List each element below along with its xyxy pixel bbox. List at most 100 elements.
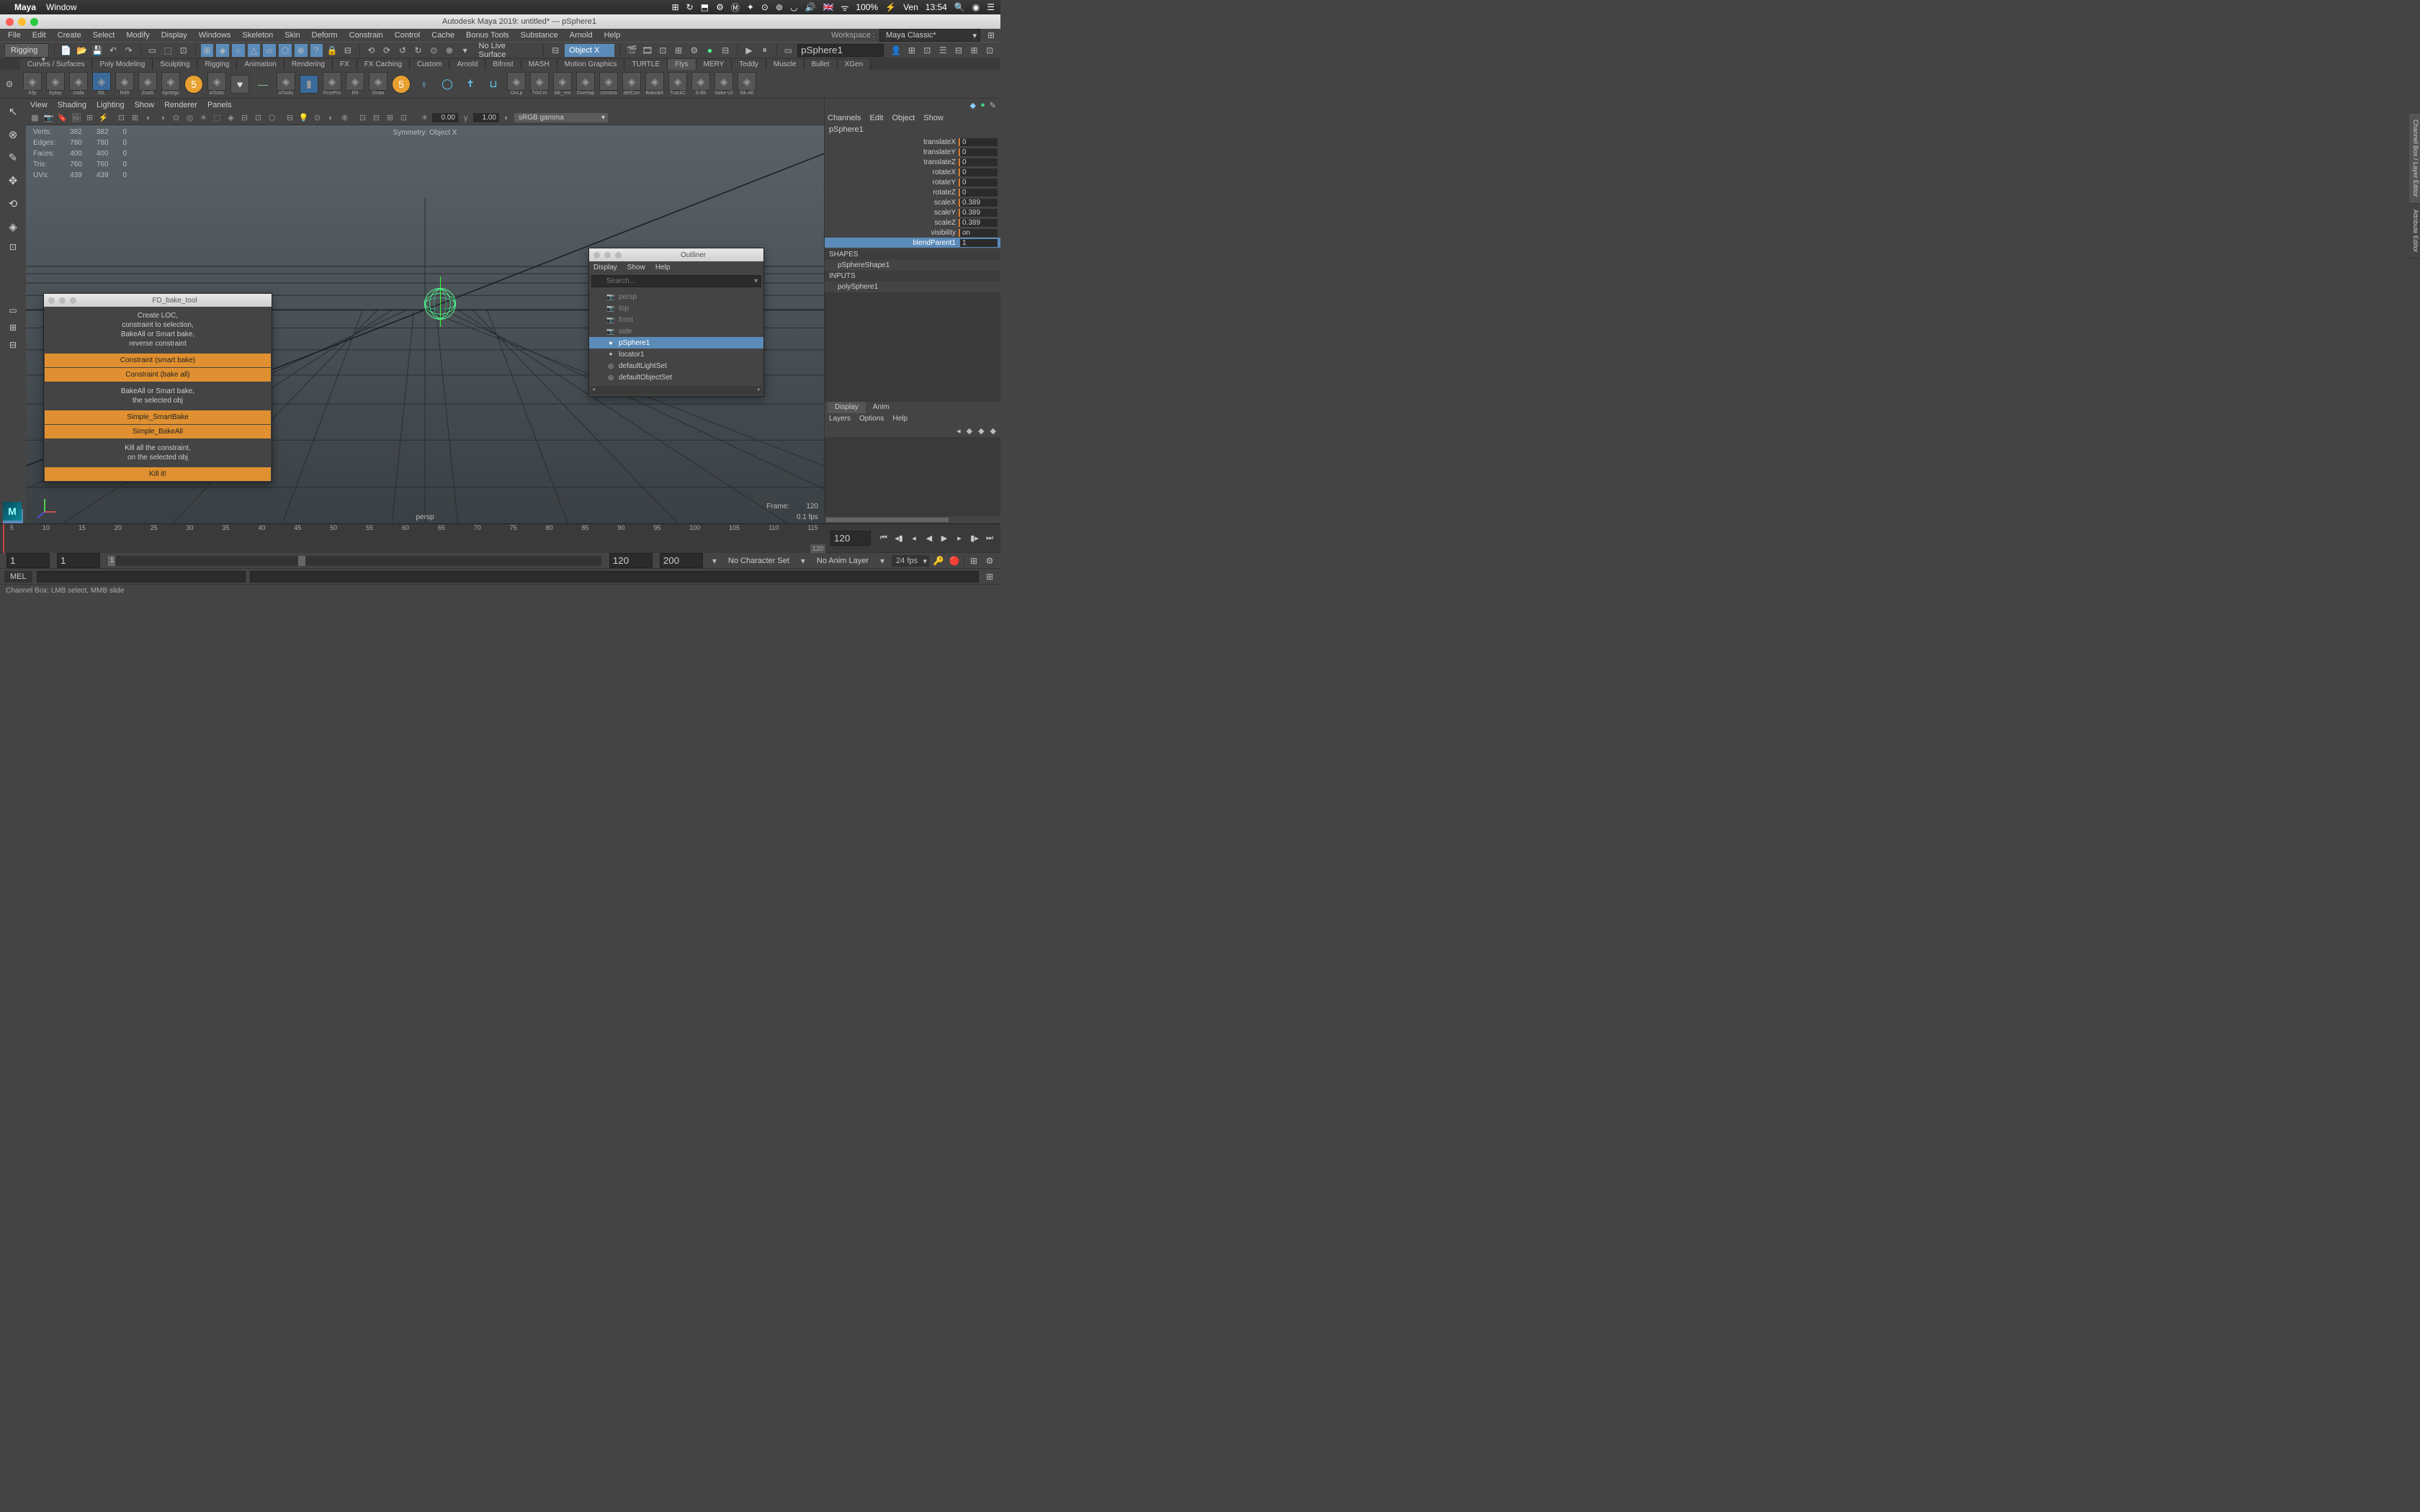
cb-tab-channels[interactable]: Channels bbox=[828, 114, 861, 122]
pt-icon[interactable]: ⬚ bbox=[211, 112, 223, 124]
sym-icon[interactable]: ⊗ bbox=[443, 44, 456, 57]
outliner-item[interactable]: ✦locator1 bbox=[589, 348, 763, 360]
menuset-selector[interactable]: Rigging bbox=[4, 43, 49, 58]
lasso-tool[interactable]: ⊗ bbox=[3, 125, 23, 145]
side-tab-channelbox[interactable]: Channel Box / Layer Editor bbox=[2409, 114, 2420, 204]
pt-icon[interactable]: ⊡ bbox=[115, 112, 127, 124]
menu-skeleton[interactable]: Skeleton bbox=[237, 30, 278, 41]
new-scene-icon[interactable]: 📄 bbox=[60, 44, 73, 57]
search-icon[interactable]: 🔍 bbox=[954, 2, 965, 12]
sel-mode-icon[interactable]: ▭ bbox=[145, 44, 158, 57]
shelf-item[interactable]: 5 bbox=[390, 71, 412, 97]
undo-icon[interactable]: ↶ bbox=[107, 44, 120, 57]
outliner-menu-show[interactable]: Show bbox=[627, 264, 645, 271]
layer-icon[interactable]: ◆ bbox=[990, 426, 996, 436]
panel-menu-show[interactable]: Show bbox=[135, 101, 155, 109]
pt-icon[interactable]: 💡 bbox=[297, 112, 310, 124]
shelf-tab[interactable]: FX Caching bbox=[357, 59, 410, 70]
animlayer-selector[interactable]: No Anim Layer bbox=[812, 555, 873, 567]
pt-icon[interactable]: ⊟ bbox=[284, 112, 296, 124]
charset-dropdown-icon[interactable]: ▾ bbox=[797, 554, 810, 567]
siri-icon[interactable]: ◉ bbox=[972, 2, 980, 12]
goto-end-button[interactable]: ⏭ bbox=[983, 532, 996, 545]
status-icon[interactable]: ⚙ bbox=[716, 2, 724, 12]
lock-icon[interactable]: 🔒 bbox=[326, 44, 339, 57]
shelf-item[interactable]: ◈Rd9 bbox=[114, 71, 135, 97]
selection-field[interactable] bbox=[797, 44, 884, 57]
volume-icon[interactable]: 🔊 bbox=[805, 2, 816, 12]
shelf-tab[interactable]: TURTLE bbox=[624, 59, 668, 70]
panel-menu-shading[interactable]: Shading bbox=[58, 101, 86, 109]
menu-constrain[interactable]: Constrain bbox=[344, 30, 388, 41]
channel-attr-row[interactable]: translateY0 bbox=[825, 147, 1000, 157]
fd-bake-titlebar[interactable]: FD_bake_tool bbox=[44, 294, 272, 307]
layout-custom[interactable]: ⊟ bbox=[3, 338, 23, 352]
step-back-button[interactable]: ◂▮ bbox=[892, 532, 905, 545]
shelf-item[interactable]: ◈delCon bbox=[621, 71, 642, 97]
shelf-tab[interactable]: Sculpting bbox=[153, 59, 197, 70]
pt-icon[interactable]: ⊙ bbox=[170, 112, 182, 124]
cb-tab-show[interactable]: Show bbox=[923, 114, 944, 122]
side-tab-attribute[interactable]: Attribute Editor bbox=[2409, 204, 2420, 259]
channel-attr-row[interactable]: blendParent11 bbox=[825, 238, 1000, 248]
range-knob-end[interactable] bbox=[298, 556, 305, 566]
shelf-tab[interactable]: MASH bbox=[521, 59, 557, 70]
shelf-tab[interactable]: Bifrost bbox=[485, 59, 521, 70]
pt-icon[interactable]: ⚡ bbox=[97, 112, 109, 124]
shelf-item[interactable]: ◈aTools bbox=[275, 71, 297, 97]
outliner-menu-display[interactable]: Display bbox=[593, 264, 617, 271]
select-tool[interactable]: ↖ bbox=[3, 102, 23, 122]
panel-menu-lighting[interactable]: Lighting bbox=[97, 101, 125, 109]
pt-icon[interactable]: 📷 bbox=[42, 112, 55, 124]
shelf-tab[interactable]: Poly Modeling bbox=[92, 59, 153, 70]
fd-bake-tool-window[interactable]: FD_bake_tool Create LOC, constraint to s… bbox=[43, 293, 272, 482]
play-fwd-button[interactable]: ▶ bbox=[938, 532, 951, 545]
shelf-item[interactable]: ◈aTools bbox=[206, 71, 228, 97]
cb-node-name[interactable]: pSphere1 bbox=[825, 124, 1000, 135]
pt-icon[interactable]: ⊞ bbox=[84, 112, 96, 124]
live-surface-label[interactable]: No Live Surface bbox=[475, 40, 539, 61]
render-icon[interactable]: ⊞ bbox=[672, 44, 685, 57]
status-icon[interactable]: Ⓜ bbox=[731, 1, 740, 14]
shelf-item[interactable]: ◈constra bbox=[598, 71, 619, 97]
symmetry-axis-selector[interactable]: Object X bbox=[565, 44, 614, 57]
current-frame-field[interactable] bbox=[830, 531, 871, 546]
workspace-selector[interactable]: Maya Classic* ▾ bbox=[879, 29, 980, 42]
constraint-bakeall-button[interactable]: Constraint (bake all) bbox=[45, 368, 271, 382]
cb-tab-object[interactable]: Object bbox=[892, 114, 915, 122]
prefs-icon[interactable]: ⊞ bbox=[967, 554, 980, 567]
shelf-item[interactable]: ◈TrackC bbox=[667, 71, 689, 97]
shelf-item[interactable]: ♀ bbox=[413, 71, 435, 97]
shelf-item[interactable]: ◈ZooS bbox=[137, 71, 158, 97]
shelf-item[interactable]: ◈TrkCm bbox=[529, 71, 550, 97]
autokey-icon[interactable]: 🔴 bbox=[948, 554, 961, 567]
snap-icon[interactable]: ? bbox=[310, 44, 323, 57]
kill-it-button[interactable]: Kill it! bbox=[45, 467, 271, 481]
battery-icon[interactable]: ⚡ bbox=[885, 2, 896, 12]
cmd-lang-selector[interactable]: MEL bbox=[4, 571, 32, 582]
shelf-item[interactable]: ◈Bk-All bbox=[736, 71, 758, 97]
channel-attr-row[interactable]: rotateY0 bbox=[825, 177, 1000, 187]
pt-icon[interactable]: ◈ bbox=[225, 112, 237, 124]
range-dropdown-icon[interactable]: ▾ bbox=[708, 554, 721, 567]
pt-icon[interactable]: ⊡ bbox=[357, 112, 369, 124]
autokey-icon[interactable]: 🔑 bbox=[932, 554, 945, 567]
sym-icon[interactable]: ↺ bbox=[396, 44, 409, 57]
shelf-item[interactable]: ◈coda bbox=[68, 71, 89, 97]
layer-tab-display[interactable]: Display bbox=[828, 402, 866, 413]
shelf-tab[interactable]: FX bbox=[333, 59, 357, 70]
shelf-item[interactable]: 5 bbox=[183, 71, 205, 97]
outliner-hscroll[interactable] bbox=[591, 386, 762, 395]
cb-input-node[interactable]: polySphere1 bbox=[825, 282, 1000, 292]
shelf-item[interactable]: ◈Overlap bbox=[575, 71, 596, 97]
cmd-input[interactable] bbox=[37, 571, 246, 582]
sym-icon[interactable]: ⟲ bbox=[365, 44, 378, 57]
toolbox-icon[interactable]: ⊡ bbox=[921, 44, 934, 57]
snap-icon[interactable]: ⊞ bbox=[201, 44, 214, 57]
shelf-tab[interactable]: Rendering bbox=[284, 59, 333, 70]
channel-attr-row[interactable]: rotateX0 bbox=[825, 167, 1000, 177]
shelf-item[interactable]: ◈Kfp bbox=[22, 71, 43, 97]
play-icon[interactable]: ▶ bbox=[743, 44, 756, 57]
outliner-item[interactable]: 📷side bbox=[589, 325, 763, 337]
layer-menu-layers[interactable]: Layers bbox=[829, 415, 851, 423]
